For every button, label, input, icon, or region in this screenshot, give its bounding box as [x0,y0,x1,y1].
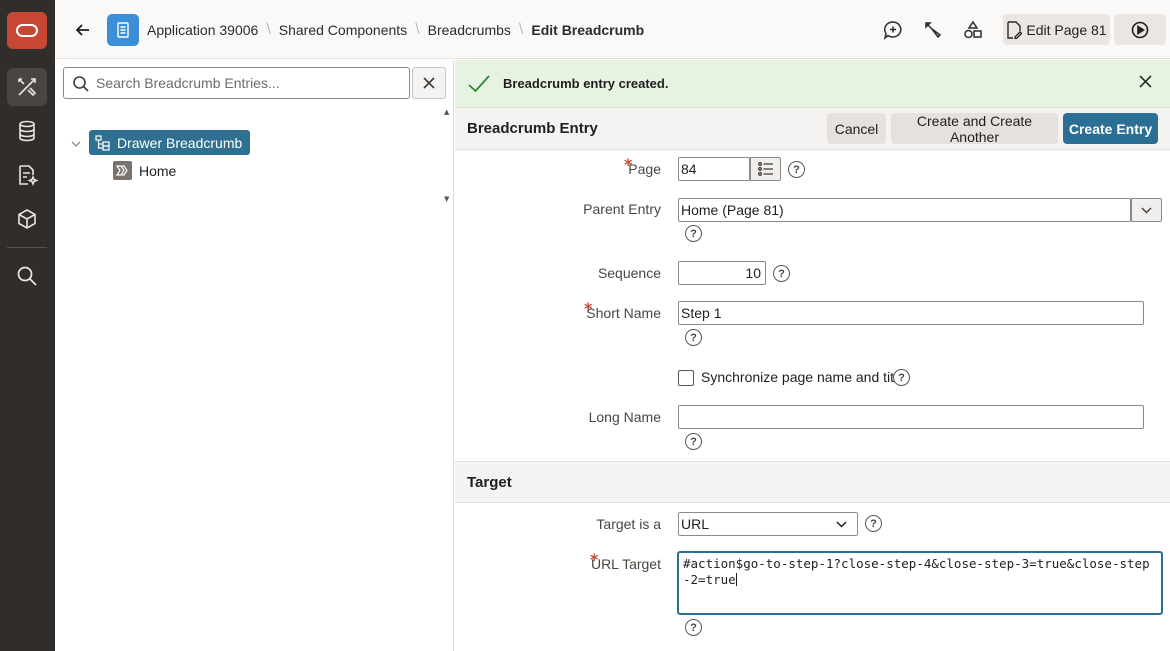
region-title: Breadcrumb Entry [467,120,598,137]
region-body-breadcrumb-entry: * Page 84 ? Parent Entry Home (Page 81) … [455,151,1170,461]
scroll-down-arrow[interactable]: ▼ [444,195,452,203]
left-nav [0,0,55,651]
shared-components-icon[interactable] [961,18,985,42]
page-header: Application 39006 \ Shared Components \ … [55,0,1170,59]
edit-panel: Breadcrumb entry created. Breadcrumb Ent… [455,60,1170,651]
target-is-a-label: Target is a [596,516,661,532]
clear-search-button[interactable] [412,67,446,99]
long-name-label: Long Name [588,409,661,425]
short-name-label: Short Name [586,305,661,321]
breadcrumb-breadcrumbs[interactable]: Breadcrumbs [428,22,511,38]
tree-node-label: Home [139,162,177,179]
gallery-icon[interactable] [7,200,47,238]
text-caret [735,573,737,586]
region-header-target: Target [455,461,1170,503]
synchronize-help-icon[interactable]: ? [893,369,910,386]
run-page-button[interactable] [1114,14,1166,45]
chevron-down-icon [1141,207,1152,213]
run-icon [1131,21,1149,38]
back-arrow-icon[interactable] [71,18,95,42]
tree-node-drawer-breadcrumb[interactable]: Drawer Breadcrumb [89,130,251,155]
sequence-help-icon[interactable]: ? [773,265,790,282]
chevron-down-icon [836,521,847,528]
edit-page-label: Edit Page 81 [1026,21,1107,38]
cancel-button[interactable]: Cancel [827,113,886,144]
region-title: Target [467,474,512,491]
url-target-value: #action$go-to-step-1?close-step-4&close-… [683,556,1150,587]
tree-node-home[interactable]: Home [113,161,176,180]
feedback-icon[interactable] [881,18,905,42]
page-label: Page [628,161,661,177]
search-input[interactable] [96,73,401,93]
tree-collapse-icon[interactable] [71,137,81,152]
scroll-up-arrow[interactable]: ▲ [444,108,452,116]
url-target-label: URL Target [590,556,661,572]
page-list-button[interactable] [750,157,781,181]
app-builder-icon[interactable] [7,68,47,106]
target-type-select[interactable]: URL [678,512,858,536]
nav-divider [7,247,47,248]
tree-search [63,67,410,99]
sql-workshop-icon[interactable] [7,112,47,150]
application-icon[interactable] [107,14,139,46]
edit-page-icon [1007,20,1023,39]
parent-entry-select[interactable]: Home (Page 81) [678,198,1131,222]
breadcrumb: Application 39006 \ Shared Components \ … [147,21,644,39]
sequence-field[interactable]: 10 [678,261,766,285]
parent-entry-label: Parent Entry [583,201,661,217]
target-is-a-help-icon[interactable]: ? [865,515,882,532]
breadcrumb-separator: \ [415,21,420,38]
synchronize-label[interactable]: Synchronize page name and title [701,369,905,385]
short-name-field[interactable]: Step 1 [678,301,1144,325]
short-name-help-icon[interactable]: ? [685,329,702,346]
tree-panel: ▲ ▼ Drawer Breadcrumb Home [55,60,454,651]
page-help-icon[interactable]: ? [788,161,805,178]
edit-page-button[interactable]: Edit Page 81 [1003,14,1110,45]
parent-entry-dropdown-button[interactable] [1131,198,1162,222]
create-and-create-another-button[interactable]: Create and Create Another [891,113,1058,145]
close-icon[interactable] [1139,75,1152,88]
developer-tools-icon[interactable] [921,18,945,42]
sequence-label: Sequence [597,265,661,281]
search-icon[interactable] [7,257,47,295]
create-entry-button[interactable]: Create Entry [1063,113,1158,144]
alert-message: Breadcrumb entry created. [503,76,669,91]
region-body-target: Target is a URL ? * URL Target #action$g… [455,503,1170,651]
oracle-logo[interactable] [7,12,47,49]
breadcrumb-entry-icon [113,161,132,180]
tree-node-label: Drawer Breadcrumb [117,134,243,151]
search-icon [73,76,89,92]
breadcrumb-current: Edit Breadcrumb [531,22,645,38]
list-icon [757,162,773,176]
synchronize-checkbox[interactable] [678,370,694,386]
hierarchy-icon [95,134,110,151]
long-name-help-icon[interactable]: ? [685,433,702,450]
long-name-field[interactable] [678,405,1144,429]
url-target-textarea[interactable]: #action$go-to-step-1?close-step-4&close-… [677,551,1163,615]
success-alert: Breadcrumb entry created. [455,60,1170,108]
parent-entry-help-icon[interactable]: ? [685,225,702,242]
check-icon [468,75,490,93]
team-development-icon[interactable] [7,156,47,194]
url-target-help-icon[interactable]: ? [685,619,702,636]
breadcrumb-separator: \ [266,21,271,38]
breadcrumb-application[interactable]: Application 39006 [147,22,258,38]
close-icon [423,77,435,89]
target-type-value: URL [681,516,710,532]
breadcrumb-separator: \ [518,21,524,38]
page-field[interactable]: 84 [678,157,750,181]
breadcrumb-shared-components[interactable]: Shared Components [279,22,407,38]
